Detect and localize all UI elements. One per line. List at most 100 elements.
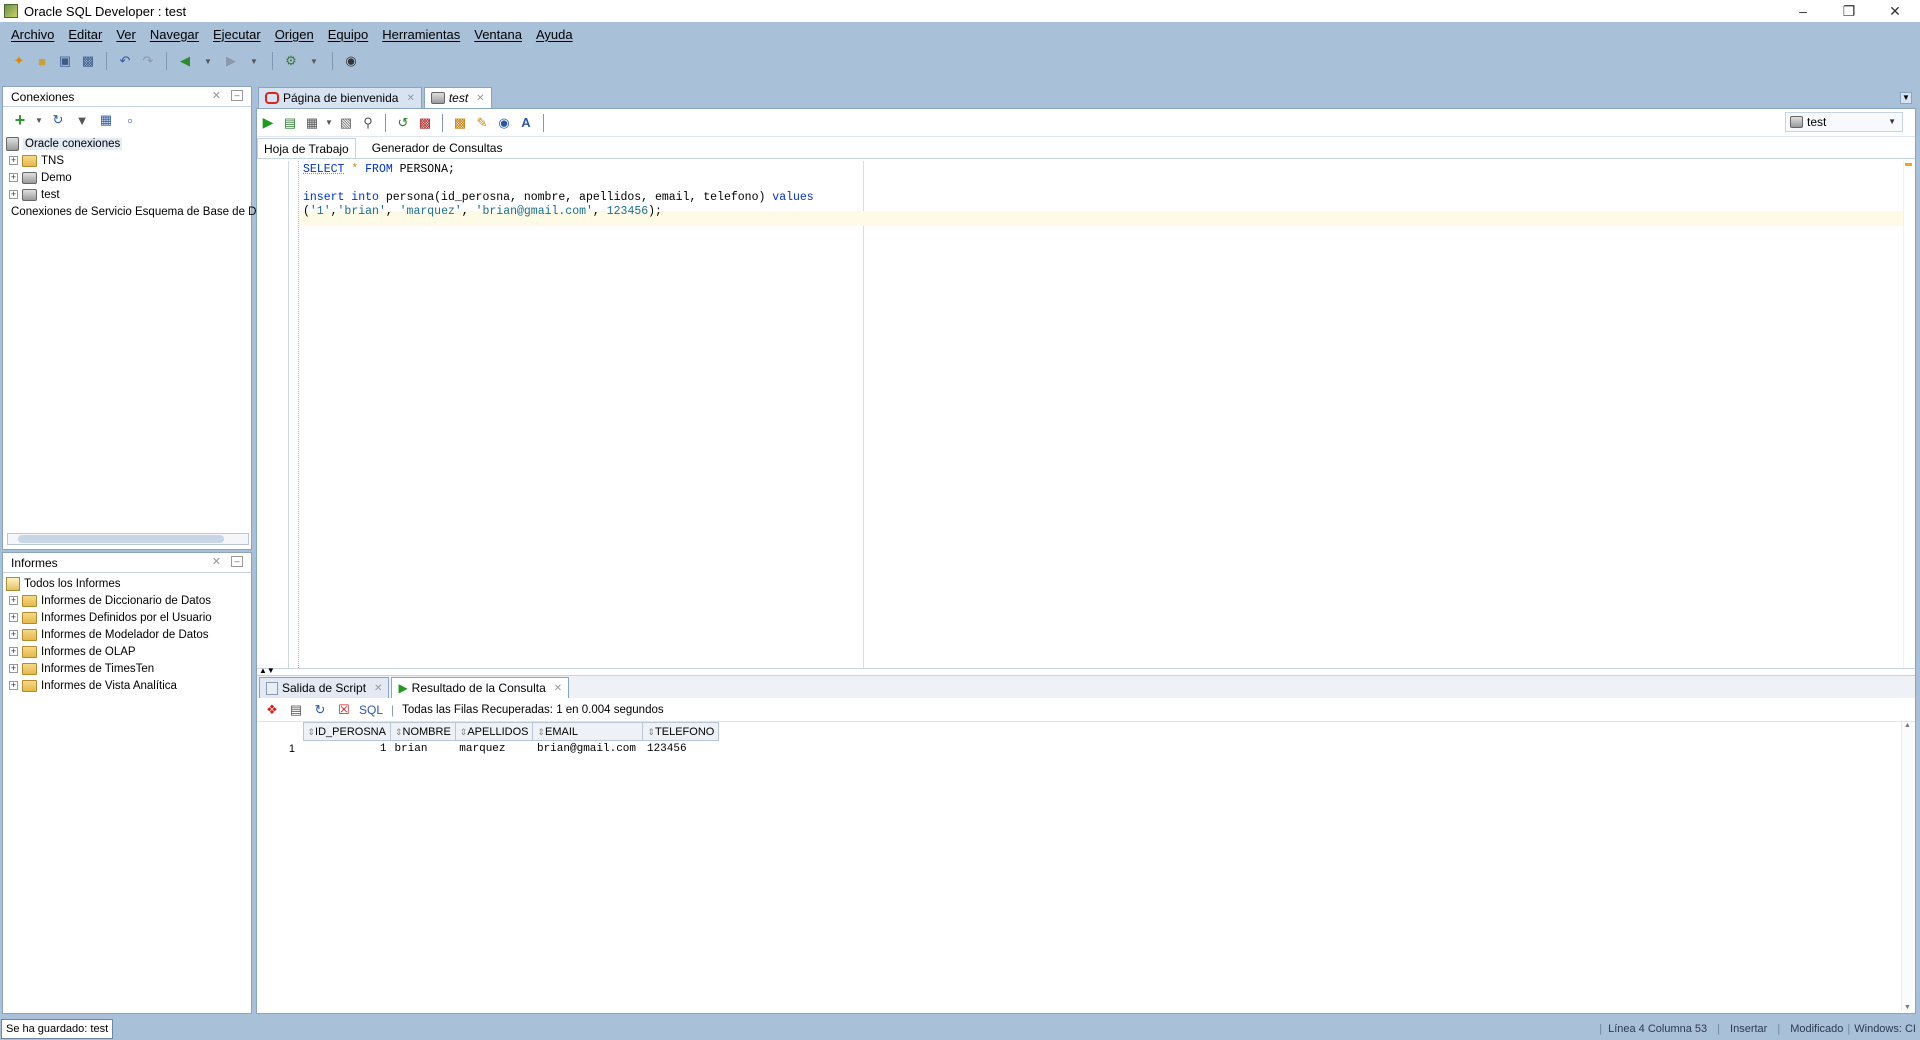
menu-herramientas[interactable]: Herramientas <box>375 27 467 42</box>
tree-item-schema-service[interactable]: Conexiones de Servicio Esquema de Base d… <box>3 203 263 220</box>
back-icon[interactable]: ◀ <box>176 52 194 70</box>
expand-icon[interactable]: + <box>9 681 18 690</box>
tab-list-icon[interactable]: ▼ <box>1900 92 1912 104</box>
tab-welcome[interactable]: Página de bienvenida ✕ <box>258 87 422 108</box>
tab-test[interactable]: test ✕ <box>423 87 492 108</box>
tab-script-output[interactable]: Salida de Script ✕ <box>259 677 390 698</box>
forward-dropdown-icon[interactable]: ▼ <box>245 52 263 70</box>
expand-icon[interactable]: + <box>9 190 18 199</box>
warning-marker[interactable] <box>1905 163 1912 166</box>
filter-icon[interactable]: ▼ <box>73 111 91 129</box>
cell-email[interactable]: brian@gmail.com <box>533 741 643 757</box>
close-panel-icon[interactable]: ✕ <box>212 89 221 102</box>
commit-icon[interactable]: ▦ <box>303 114 321 132</box>
cell-telefono[interactable]: 123456 <box>643 741 719 757</box>
tuning-advisor-icon[interactable]: ◉ <box>495 114 513 132</box>
expand-icon[interactable]: + <box>9 156 18 165</box>
cancel-query-icon[interactable]: ☒ <box>335 701 353 719</box>
autotrace-icon[interactable]: ↺ <box>394 114 412 132</box>
menu-ayuda[interactable]: Ayuda <box>529 27 580 42</box>
tree-root-oracle-connections[interactable]: Oracle conexiones <box>3 135 251 152</box>
eraser-icon[interactable]: ✎ <box>473 114 491 132</box>
collapse-all-icon[interactable]: ▫ <box>121 111 139 129</box>
refresh-result-icon[interactable]: ↻ <box>311 701 329 719</box>
tree-item-test[interactable]: + test <box>3 186 251 203</box>
tree-item-report[interactable]: + Informes de Vista Analítica <box>3 677 251 694</box>
close-panel-icon[interactable]: ✕ <box>212 555 221 568</box>
print-icon[interactable]: ▤ <box>287 701 305 719</box>
line-ending-status[interactable]: Windows: CI <box>1854 1023 1916 1035</box>
add-connection-dropdown-icon[interactable]: ▼ <box>35 111 43 129</box>
column-header-nombre[interactable]: ⇕NOMBRE <box>389 722 456 741</box>
horizontal-scrollbar[interactable] <box>7 533 249 545</box>
close-window-button[interactable]: ✕ <box>1872 0 1918 22</box>
sql-worksheet-dropdown-icon[interactable]: ▼ <box>305 52 323 70</box>
tree-root-all-reports[interactable]: Todos los Informes <box>3 575 251 592</box>
refresh-connections-icon[interactable]: ↻ <box>49 111 67 129</box>
sql-link[interactable]: SQL <box>359 703 383 717</box>
redo-icon[interactable]: ↷ <box>139 52 157 70</box>
forward-icon[interactable]: ▶ <box>222 52 240 70</box>
sql-history-icon[interactable]: ▩ <box>451 114 469 132</box>
close-tab-icon[interactable]: ✕ <box>406 93 414 104</box>
expand-icon[interactable]: + <box>9 630 18 639</box>
commit-dropdown-icon[interactable]: ▼ <box>325 114 333 132</box>
menu-ventana[interactable]: Ventana <box>467 27 529 42</box>
insert-mode[interactable]: Insertar <box>1730 1023 1767 1035</box>
expand-icon[interactable]: + <box>9 647 18 656</box>
expand-icon[interactable]: + <box>9 613 18 622</box>
tree-item-report[interactable]: + Informes de Diccionario de Datos <box>3 592 251 609</box>
connection-select[interactable]: test ▼ <box>1785 112 1903 132</box>
tree-item-report[interactable]: + Informes de TimesTen <box>3 660 251 677</box>
menu-editar[interactable]: Editar <box>61 27 109 42</box>
undo-icon[interactable]: ↶ <box>116 52 134 70</box>
binoculars-icon[interactable]: ◉ <box>342 52 360 70</box>
format-icon[interactable]: A <box>517 114 535 132</box>
tree-item-report[interactable]: + Informes de Modelador de Datos <box>3 626 251 643</box>
column-header-apellidos[interactable]: ⇕APELLIDOS <box>454 722 534 741</box>
menu-ver[interactable]: Ver <box>109 27 143 42</box>
expand-icon[interactable]: + <box>9 664 18 673</box>
menu-ejecutar[interactable]: Ejecutar <box>206 27 268 42</box>
code-editor[interactable]: SELECT * FROM PERSONA; insert into perso… <box>257 161 1915 668</box>
schema-browser-icon[interactable]: ▦ <box>97 111 115 129</box>
scroll-up-icon[interactable]: ▲ <box>1904 722 1911 729</box>
vertical-scrollbar[interactable]: ▲ ▼ <box>1901 722 1913 1011</box>
tree-item-report[interactable]: + Informes de OLAP <box>3 643 251 660</box>
add-connection-icon[interactable]: + <box>11 110 29 130</box>
overview-ruler[interactable] <box>1903 161 1913 668</box>
clear-icon[interactable]: ▩ <box>416 114 434 132</box>
minimize-panel-icon[interactable]: – <box>231 556 243 567</box>
scrollbar-thumb[interactable] <box>18 535 224 543</box>
tab-query-builder[interactable]: Generador de Consultas <box>366 138 509 158</box>
close-tab-icon[interactable]: ✕ <box>554 683 562 694</box>
splitter[interactable]: ▲▼ <box>257 666 1915 676</box>
expand-icon[interactable]: + <box>9 173 18 182</box>
minimize-panel-icon[interactable]: – <box>231 90 243 101</box>
column-header-id[interactable]: ⇕ID_PEROSNA <box>302 722 391 741</box>
expand-icon[interactable]: + <box>9 596 18 605</box>
run-script-icon[interactable]: ▤ <box>281 114 299 132</box>
close-tab-icon[interactable]: ✕ <box>476 93 484 104</box>
back-dropdown-icon[interactable]: ▼ <box>199 52 217 70</box>
menu-navegar[interactable]: Navegar <box>143 27 206 42</box>
menu-origen[interactable]: Origen <box>268 27 321 42</box>
menu-equipo[interactable]: Equipo <box>321 27 375 42</box>
table-row[interactable]: 1 1 brian marquez brian@gmail.com 123456 <box>257 741 719 757</box>
tree-item-tns[interactable]: + TNS <box>3 152 251 169</box>
close-tab-icon[interactable]: ✕ <box>374 683 382 694</box>
column-header-telefono[interactable]: ⇕TELEFONO <box>642 722 720 741</box>
sql-worksheet-icon[interactable]: ⚙ <box>282 52 300 70</box>
column-header-email[interactable]: ⇕EMAIL <box>532 722 644 741</box>
cell-nombre[interactable]: brian <box>390 741 455 757</box>
tab-query-result[interactable]: ▶ Resultado de la Consulta ✕ <box>391 677 570 698</box>
collapse-up-icon[interactable]: ▲▼ <box>259 666 275 675</box>
save-icon[interactable]: ▣ <box>56 52 74 70</box>
new-file-icon[interactable]: ✦ <box>10 52 28 70</box>
save-all-icon[interactable]: ▩ <box>79 52 97 70</box>
tab-worksheet[interactable]: Hoja de Trabajo <box>257 138 356 158</box>
cell-id[interactable]: 1 <box>303 741 390 757</box>
rollback-icon[interactable]: ▧ <box>337 114 355 132</box>
minimize-button[interactable]: – <box>1780 0 1826 22</box>
tree-item-demo[interactable]: + Demo <box>3 169 251 186</box>
